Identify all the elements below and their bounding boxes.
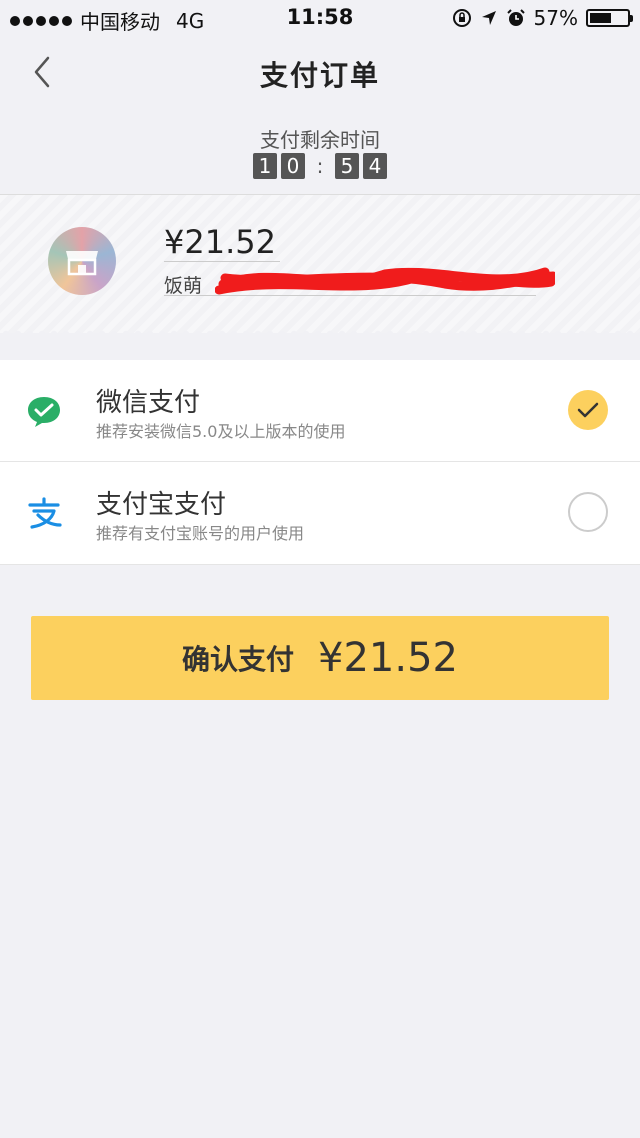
countdown-separator: : xyxy=(316,154,324,178)
redaction-scribble xyxy=(215,267,555,295)
payment-methods-list: 微信支付 推荐安装微信5.0及以上版本的使用 支付宝支付 推荐有支付宝账号的用户… xyxy=(0,360,640,565)
payment-option-wechat[interactable]: 微信支付 推荐安装微信5.0及以上版本的使用 xyxy=(0,360,640,462)
shop-name: 饭萌 xyxy=(164,275,203,297)
confirm-amount: ¥21.52 xyxy=(318,635,458,681)
location-icon xyxy=(481,11,496,25)
battery-icon xyxy=(586,9,633,27)
countdown-timer: 1 0 : 5 4 xyxy=(0,153,640,179)
countdown-digit: 5 xyxy=(335,153,359,179)
payment-title: 支付宝支付 xyxy=(96,490,227,520)
countdown-digit: 4 xyxy=(363,153,387,179)
order-amount: ¥21.52 xyxy=(164,223,276,261)
storefront-icon xyxy=(66,251,98,276)
page-title: 支付订单 xyxy=(259,59,380,92)
countdown-label: 支付剩余时间 xyxy=(260,128,380,152)
payment-subtitle: 推荐有支付宝账号的用户使用 xyxy=(96,524,305,543)
countdown-digit: 0 xyxy=(281,153,305,179)
unselected-checkbox[interactable] xyxy=(568,492,608,532)
alarm-icon xyxy=(506,9,525,26)
battery-percent: 57% xyxy=(533,6,578,30)
payment-title: 微信支付 xyxy=(96,388,201,418)
wechat-pay-icon xyxy=(28,397,60,427)
status-bar: 中国移动 4G 11:58 57% xyxy=(0,0,640,36)
alipay-icon xyxy=(28,497,62,529)
rotation-lock-icon xyxy=(452,9,471,27)
shop-avatar xyxy=(48,227,116,295)
payment-option-alipay[interactable]: 支付宝支付 推荐有支付宝账号的用户使用 xyxy=(0,462,640,565)
selected-checkbox[interactable] xyxy=(568,390,608,430)
payment-subtitle: 推荐安装微信5.0及以上版本的使用 xyxy=(96,422,346,441)
checkmark-icon xyxy=(577,402,599,418)
countdown-digit: 1 xyxy=(253,153,277,179)
navigation-bar: 支付订单 xyxy=(0,36,640,108)
confirm-payment-button[interactable]: 确认支付 ¥21.52 xyxy=(31,616,609,700)
confirm-label: 确认支付 xyxy=(182,643,295,676)
